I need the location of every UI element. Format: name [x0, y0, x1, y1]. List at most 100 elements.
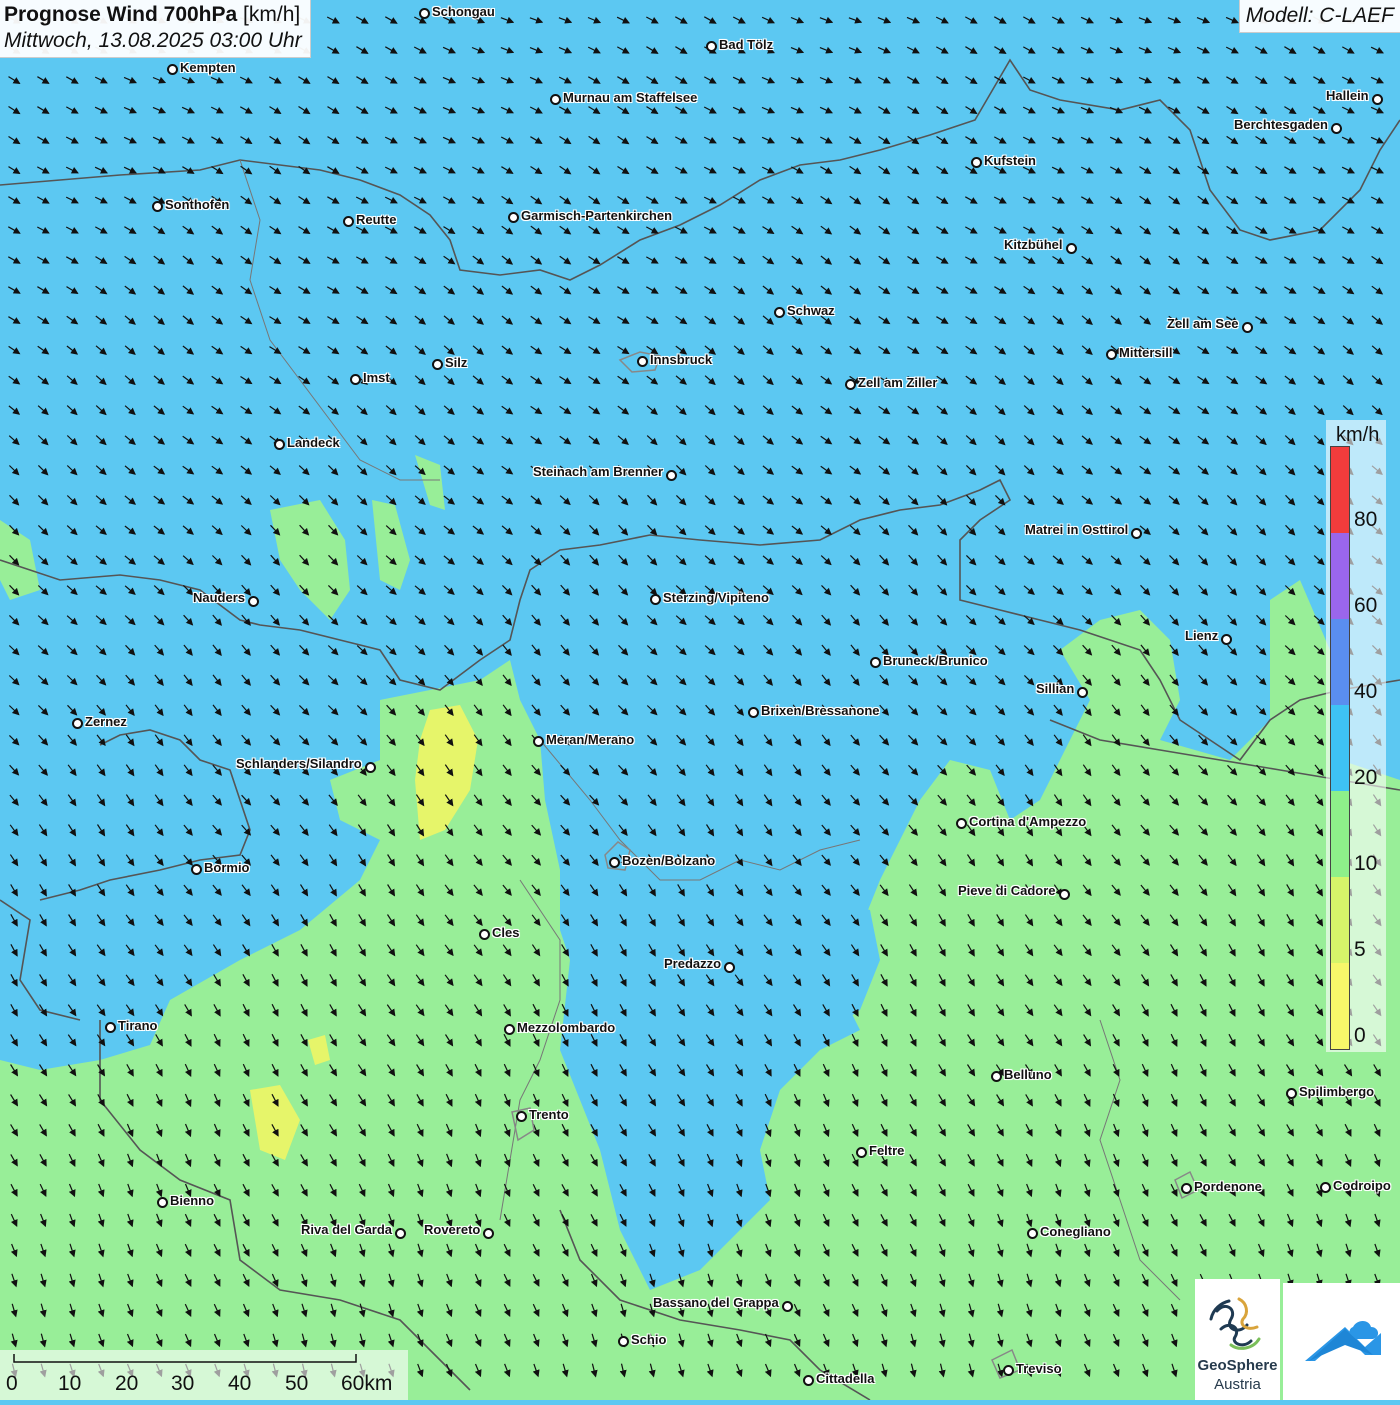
- city-label[interactable]: Riva del Garda: [301, 1223, 392, 1237]
- city-marker[interactable]: [618, 1336, 629, 1347]
- city-label[interactable]: Bormio: [204, 861, 250, 875]
- city-marker[interactable]: [483, 1228, 494, 1239]
- city-label[interactable]: Bozen/Bolzano: [622, 854, 715, 868]
- city-label[interactable]: Silz: [445, 356, 467, 370]
- city-label[interactable]: Pieve di Cadore: [958, 884, 1056, 898]
- city-label[interactable]: Matrei in Osttirol: [1025, 523, 1128, 537]
- city-label[interactable]: Treviso: [1016, 1362, 1062, 1376]
- city-marker[interactable]: [856, 1147, 867, 1158]
- city-marker[interactable]: [504, 1024, 515, 1035]
- city-label[interactable]: Cortina d'Ampezzo: [969, 815, 1086, 829]
- city-label[interactable]: Rovereto: [424, 1223, 480, 1237]
- app-logo[interactable]: [1283, 1283, 1400, 1400]
- city-marker[interactable]: [248, 596, 259, 607]
- city-marker[interactable]: [516, 1111, 527, 1122]
- geosphere-logo[interactable]: GeoSphere Austria: [1195, 1279, 1280, 1400]
- city-label[interactable]: Pordenone: [1194, 1180, 1262, 1194]
- city-marker[interactable]: [1003, 1365, 1014, 1376]
- city-marker[interactable]: [1331, 123, 1342, 134]
- city-marker[interactable]: [1286, 1088, 1297, 1099]
- city-label[interactable]: Reutte: [356, 213, 396, 227]
- city-label[interactable]: Lienz: [1185, 629, 1218, 643]
- city-marker[interactable]: [152, 201, 163, 212]
- city-marker[interactable]: [1131, 528, 1142, 539]
- city-label[interactable]: Imst: [363, 371, 390, 385]
- city-label[interactable]: Feltre: [869, 1144, 904, 1158]
- city-marker[interactable]: [508, 212, 519, 223]
- city-marker[interactable]: [1242, 322, 1253, 333]
- city-label[interactable]: Mittersill: [1119, 346, 1172, 360]
- city-label[interactable]: Bruneck/Brunico: [883, 654, 988, 668]
- city-label[interactable]: Cittadella: [816, 1372, 875, 1386]
- city-marker[interactable]: [782, 1301, 793, 1312]
- city-marker[interactable]: [343, 216, 354, 227]
- city-label[interactable]: Kempten: [180, 61, 236, 75]
- city-marker[interactable]: [167, 64, 178, 75]
- city-marker[interactable]: [1027, 1228, 1038, 1239]
- city-marker[interactable]: [274, 439, 285, 450]
- city-label[interactable]: Schio: [631, 1333, 666, 1347]
- city-label[interactable]: Murnau am Staffelsee: [563, 91, 697, 105]
- city-label[interactable]: Nauders: [193, 591, 245, 605]
- city-label[interactable]: Zernez: [85, 715, 127, 729]
- city-marker[interactable]: [650, 594, 661, 605]
- city-marker[interactable]: [748, 707, 759, 718]
- city-label[interactable]: Berchtesgaden: [1234, 118, 1328, 132]
- city-label[interactable]: Landeck: [287, 436, 340, 450]
- city-marker[interactable]: [479, 929, 490, 940]
- city-marker[interactable]: [724, 962, 735, 973]
- city-marker[interactable]: [432, 359, 443, 370]
- city-marker[interactable]: [1221, 634, 1232, 645]
- city-label[interactable]: Sterzing/Vipiteno: [663, 591, 769, 605]
- city-marker[interactable]: [191, 864, 202, 875]
- city-marker[interactable]: [419, 8, 430, 19]
- city-marker[interactable]: [991, 1071, 1002, 1082]
- city-marker[interactable]: [971, 157, 982, 168]
- city-label[interactable]: Schwaz: [787, 304, 835, 318]
- city-label[interactable]: Kitzbühel: [1004, 238, 1063, 252]
- city-label[interactable]: Bassano del Grappa: [653, 1296, 779, 1310]
- city-marker[interactable]: [706, 41, 717, 52]
- city-marker[interactable]: [533, 736, 544, 747]
- city-marker[interactable]: [1106, 349, 1117, 360]
- city-label[interactable]: Sonthofen: [165, 198, 229, 212]
- city-marker[interactable]: [609, 857, 620, 868]
- city-marker[interactable]: [395, 1228, 406, 1239]
- city-label[interactable]: Belluno: [1004, 1068, 1052, 1082]
- city-marker[interactable]: [350, 374, 361, 385]
- city-label[interactable]: Conegliano: [1040, 1225, 1111, 1239]
- city-label[interactable]: Mezzolombardo: [517, 1021, 615, 1035]
- city-marker[interactable]: [803, 1375, 814, 1386]
- city-label[interactable]: Zell am See: [1167, 317, 1239, 331]
- city-label[interactable]: Kufstein: [984, 154, 1036, 168]
- city-marker[interactable]: [1181, 1183, 1192, 1194]
- city-label[interactable]: Brixen/Bressanone: [761, 704, 880, 718]
- city-marker[interactable]: [666, 470, 677, 481]
- city-marker[interactable]: [1077, 687, 1088, 698]
- city-marker[interactable]: [72, 718, 83, 729]
- city-marker[interactable]: [774, 307, 785, 318]
- city-label[interactable]: Tirano: [118, 1019, 158, 1033]
- city-marker[interactable]: [550, 94, 561, 105]
- city-label[interactable]: Schongau: [432, 5, 495, 19]
- city-marker[interactable]: [870, 657, 881, 668]
- city-label[interactable]: Cles: [492, 926, 519, 940]
- city-marker[interactable]: [157, 1197, 168, 1208]
- city-marker[interactable]: [105, 1022, 116, 1033]
- city-marker[interactable]: [1066, 243, 1077, 254]
- city-marker[interactable]: [1059, 889, 1070, 900]
- city-label[interactable]: Zell am Ziller: [858, 376, 937, 390]
- city-label[interactable]: Meran/Merano: [546, 733, 634, 747]
- city-marker[interactable]: [365, 762, 376, 773]
- city-marker[interactable]: [956, 818, 967, 829]
- city-marker[interactable]: [845, 379, 856, 390]
- city-label[interactable]: Bienno: [170, 1194, 214, 1208]
- city-label[interactable]: Hallein: [1326, 89, 1369, 103]
- city-label[interactable]: Steinach am Brenner: [533, 465, 663, 479]
- city-marker[interactable]: [1320, 1182, 1331, 1193]
- city-label[interactable]: Schlanders/Silandro: [236, 757, 362, 771]
- city-label[interactable]: Innsbruck: [650, 353, 712, 367]
- city-label[interactable]: Codroipo: [1333, 1179, 1391, 1193]
- city-marker[interactable]: [637, 356, 648, 367]
- city-label[interactable]: Sillian: [1036, 682, 1074, 696]
